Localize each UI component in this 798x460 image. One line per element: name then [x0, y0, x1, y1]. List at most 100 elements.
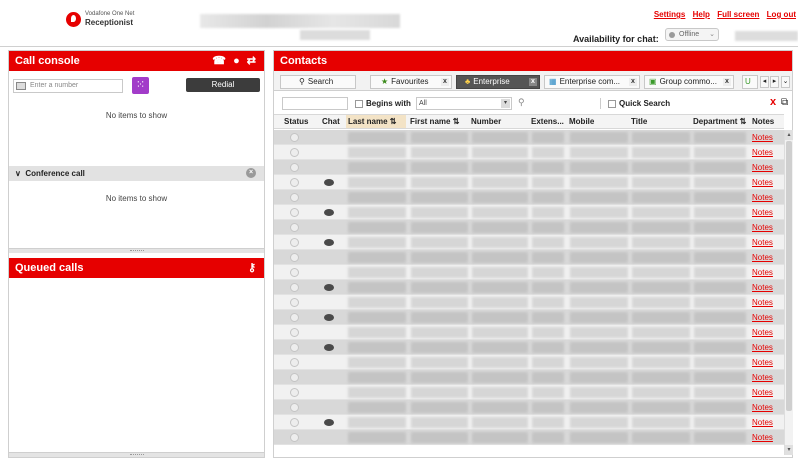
- notes-link[interactable]: Notes: [752, 133, 773, 142]
- table-row[interactable]: Notes: [274, 295, 784, 310]
- filter-input[interactable]: [282, 97, 348, 110]
- tab-scroll-left-button[interactable]: ◂: [760, 76, 769, 88]
- settings-link[interactable]: Settings: [654, 10, 686, 19]
- tab-list-button[interactable]: ⌄: [781, 76, 790, 88]
- scroll-down-button[interactable]: ▾: [785, 445, 793, 455]
- notes-link[interactable]: Notes: [752, 313, 773, 322]
- notes-link[interactable]: Notes: [752, 358, 773, 367]
- table-row[interactable]: Notes: [274, 175, 784, 190]
- notes-link[interactable]: Notes: [752, 418, 773, 427]
- column-status[interactable]: Status: [284, 117, 308, 126]
- table-row[interactable]: Notes: [274, 145, 784, 160]
- tab-favourites[interactable]: ★ Favourites x: [370, 75, 452, 89]
- notes-link[interactable]: Notes: [752, 223, 773, 232]
- search-icon[interactable]: ⚲: [518, 97, 525, 108]
- chat-bubble-icon[interactable]: [324, 419, 334, 426]
- chat-bubble-icon[interactable]: [324, 209, 334, 216]
- close-icon[interactable]: ×: [246, 168, 256, 178]
- table-row[interactable]: Notes: [274, 190, 784, 205]
- availability-select[interactable]: Offline ⌄: [665, 28, 719, 41]
- table-row[interactable]: Notes: [274, 280, 784, 295]
- filter-field-select[interactable]: All ▾: [416, 97, 512, 110]
- tab-enterprise[interactable]: ♣ Enterprise x: [456, 75, 540, 89]
- tab-search[interactable]: ⚲ Search: [280, 75, 356, 89]
- quick-search-option[interactable]: Quick Search: [608, 99, 670, 108]
- tab-overflow[interactable]: U: [742, 75, 758, 89]
- table-row[interactable]: Notes: [274, 250, 784, 265]
- table-row[interactable]: Notes: [274, 235, 784, 250]
- notes-link[interactable]: Notes: [752, 178, 773, 187]
- table-row[interactable]: Notes: [274, 385, 784, 400]
- close-icon[interactable]: x: [723, 78, 731, 86]
- chat-bubble-icon[interactable]: [324, 239, 334, 246]
- chat-bubble-icon[interactable]: [324, 344, 334, 351]
- chat-bubble-icon[interactable]: [324, 284, 334, 291]
- column-last-name[interactable]: Last name ⇅: [346, 115, 406, 128]
- table-row[interactable]: Notes: [274, 400, 784, 415]
- column-title[interactable]: Title: [631, 117, 647, 126]
- close-icon[interactable]: x: [629, 78, 637, 86]
- notes-link[interactable]: Notes: [752, 238, 773, 247]
- notes-link[interactable]: Notes: [752, 148, 773, 157]
- number-input[interactable]: Enter a number: [13, 79, 123, 93]
- transfer-icon[interactable]: ☎: [212, 55, 226, 67]
- notes-link[interactable]: Notes: [752, 283, 773, 292]
- clear-filter-icon[interactable]: x: [770, 96, 776, 108]
- tab-scroll-right-button[interactable]: ▸: [770, 76, 779, 88]
- begins-with-checkbox[interactable]: [355, 99, 363, 108]
- notes-link[interactable]: Notes: [752, 388, 773, 397]
- pop-out-icon[interactable]: ⧉: [781, 97, 788, 108]
- table-row[interactable]: Notes: [274, 220, 784, 235]
- notes-link[interactable]: Notes: [752, 193, 773, 202]
- column-chat[interactable]: Chat: [322, 117, 340, 126]
- notes-link[interactable]: Notes: [752, 253, 773, 262]
- column-number[interactable]: Number: [471, 117, 501, 126]
- redial-button[interactable]: Redial: [186, 78, 260, 92]
- notes-link[interactable]: Notes: [752, 298, 773, 307]
- column-notes[interactable]: Notes: [752, 117, 774, 126]
- close-icon[interactable]: x: [441, 78, 449, 86]
- table-row[interactable]: Notes: [274, 370, 784, 385]
- bottom-splitter[interactable]: [9, 452, 264, 457]
- full-screen-link[interactable]: Full screen: [717, 10, 759, 19]
- table-row[interactable]: Notes: [274, 430, 784, 445]
- tab-group-common[interactable]: ▣ Group commo... x: [644, 75, 734, 89]
- table-row[interactable]: Notes: [274, 415, 784, 430]
- column-first-name[interactable]: First name ⇅: [410, 117, 459, 126]
- table-row[interactable]: Notes: [274, 265, 784, 280]
- keys-icon[interactable]: ⚷: [248, 262, 256, 274]
- close-icon[interactable]: x: [529, 78, 537, 86]
- log-out-link[interactable]: Log out: [767, 10, 796, 19]
- begins-with-option[interactable]: Begins with: [355, 99, 411, 108]
- tab-enterprise-common[interactable]: ▦ Enterprise com... x: [544, 75, 640, 89]
- notes-link[interactable]: Notes: [752, 268, 773, 277]
- panel-splitter[interactable]: [9, 248, 264, 253]
- scroll-up-button[interactable]: ▴: [785, 130, 793, 140]
- quick-search-checkbox[interactable]: [608, 99, 616, 108]
- notes-link[interactable]: Notes: [752, 373, 773, 382]
- table-row[interactable]: Notes: [274, 355, 784, 370]
- table-row[interactable]: Notes: [274, 130, 784, 145]
- clock-icon[interactable]: ●: [233, 55, 240, 67]
- notes-link[interactable]: Notes: [752, 433, 773, 442]
- notes-link[interactable]: Notes: [752, 403, 773, 412]
- help-link[interactable]: Help: [693, 10, 710, 19]
- contacts-scrollbar[interactable]: ▴ ▾: [784, 130, 793, 455]
- chat-bubble-icon[interactable]: [324, 314, 334, 321]
- column-mobile[interactable]: Mobile: [569, 117, 594, 126]
- table-row[interactable]: Notes: [274, 325, 784, 340]
- scroll-thumb[interactable]: [786, 141, 792, 411]
- conference-call-bar[interactable]: ∨ Conference call ×: [9, 166, 264, 181]
- table-row[interactable]: Notes: [274, 205, 784, 220]
- notes-link[interactable]: Notes: [752, 208, 773, 217]
- column-department[interactable]: Department ⇅: [693, 117, 746, 126]
- swap-icon[interactable]: ⇄: [247, 55, 256, 67]
- notes-link[interactable]: Notes: [752, 328, 773, 337]
- column-extension[interactable]: Extens...: [531, 117, 564, 126]
- table-row[interactable]: Notes: [274, 160, 784, 175]
- chat-bubble-icon[interactable]: [324, 179, 334, 186]
- table-row[interactable]: Notes: [274, 310, 784, 325]
- notes-link[interactable]: Notes: [752, 163, 773, 172]
- table-row[interactable]: Notes: [274, 340, 784, 355]
- keypad-button[interactable]: ⁙: [132, 77, 149, 94]
